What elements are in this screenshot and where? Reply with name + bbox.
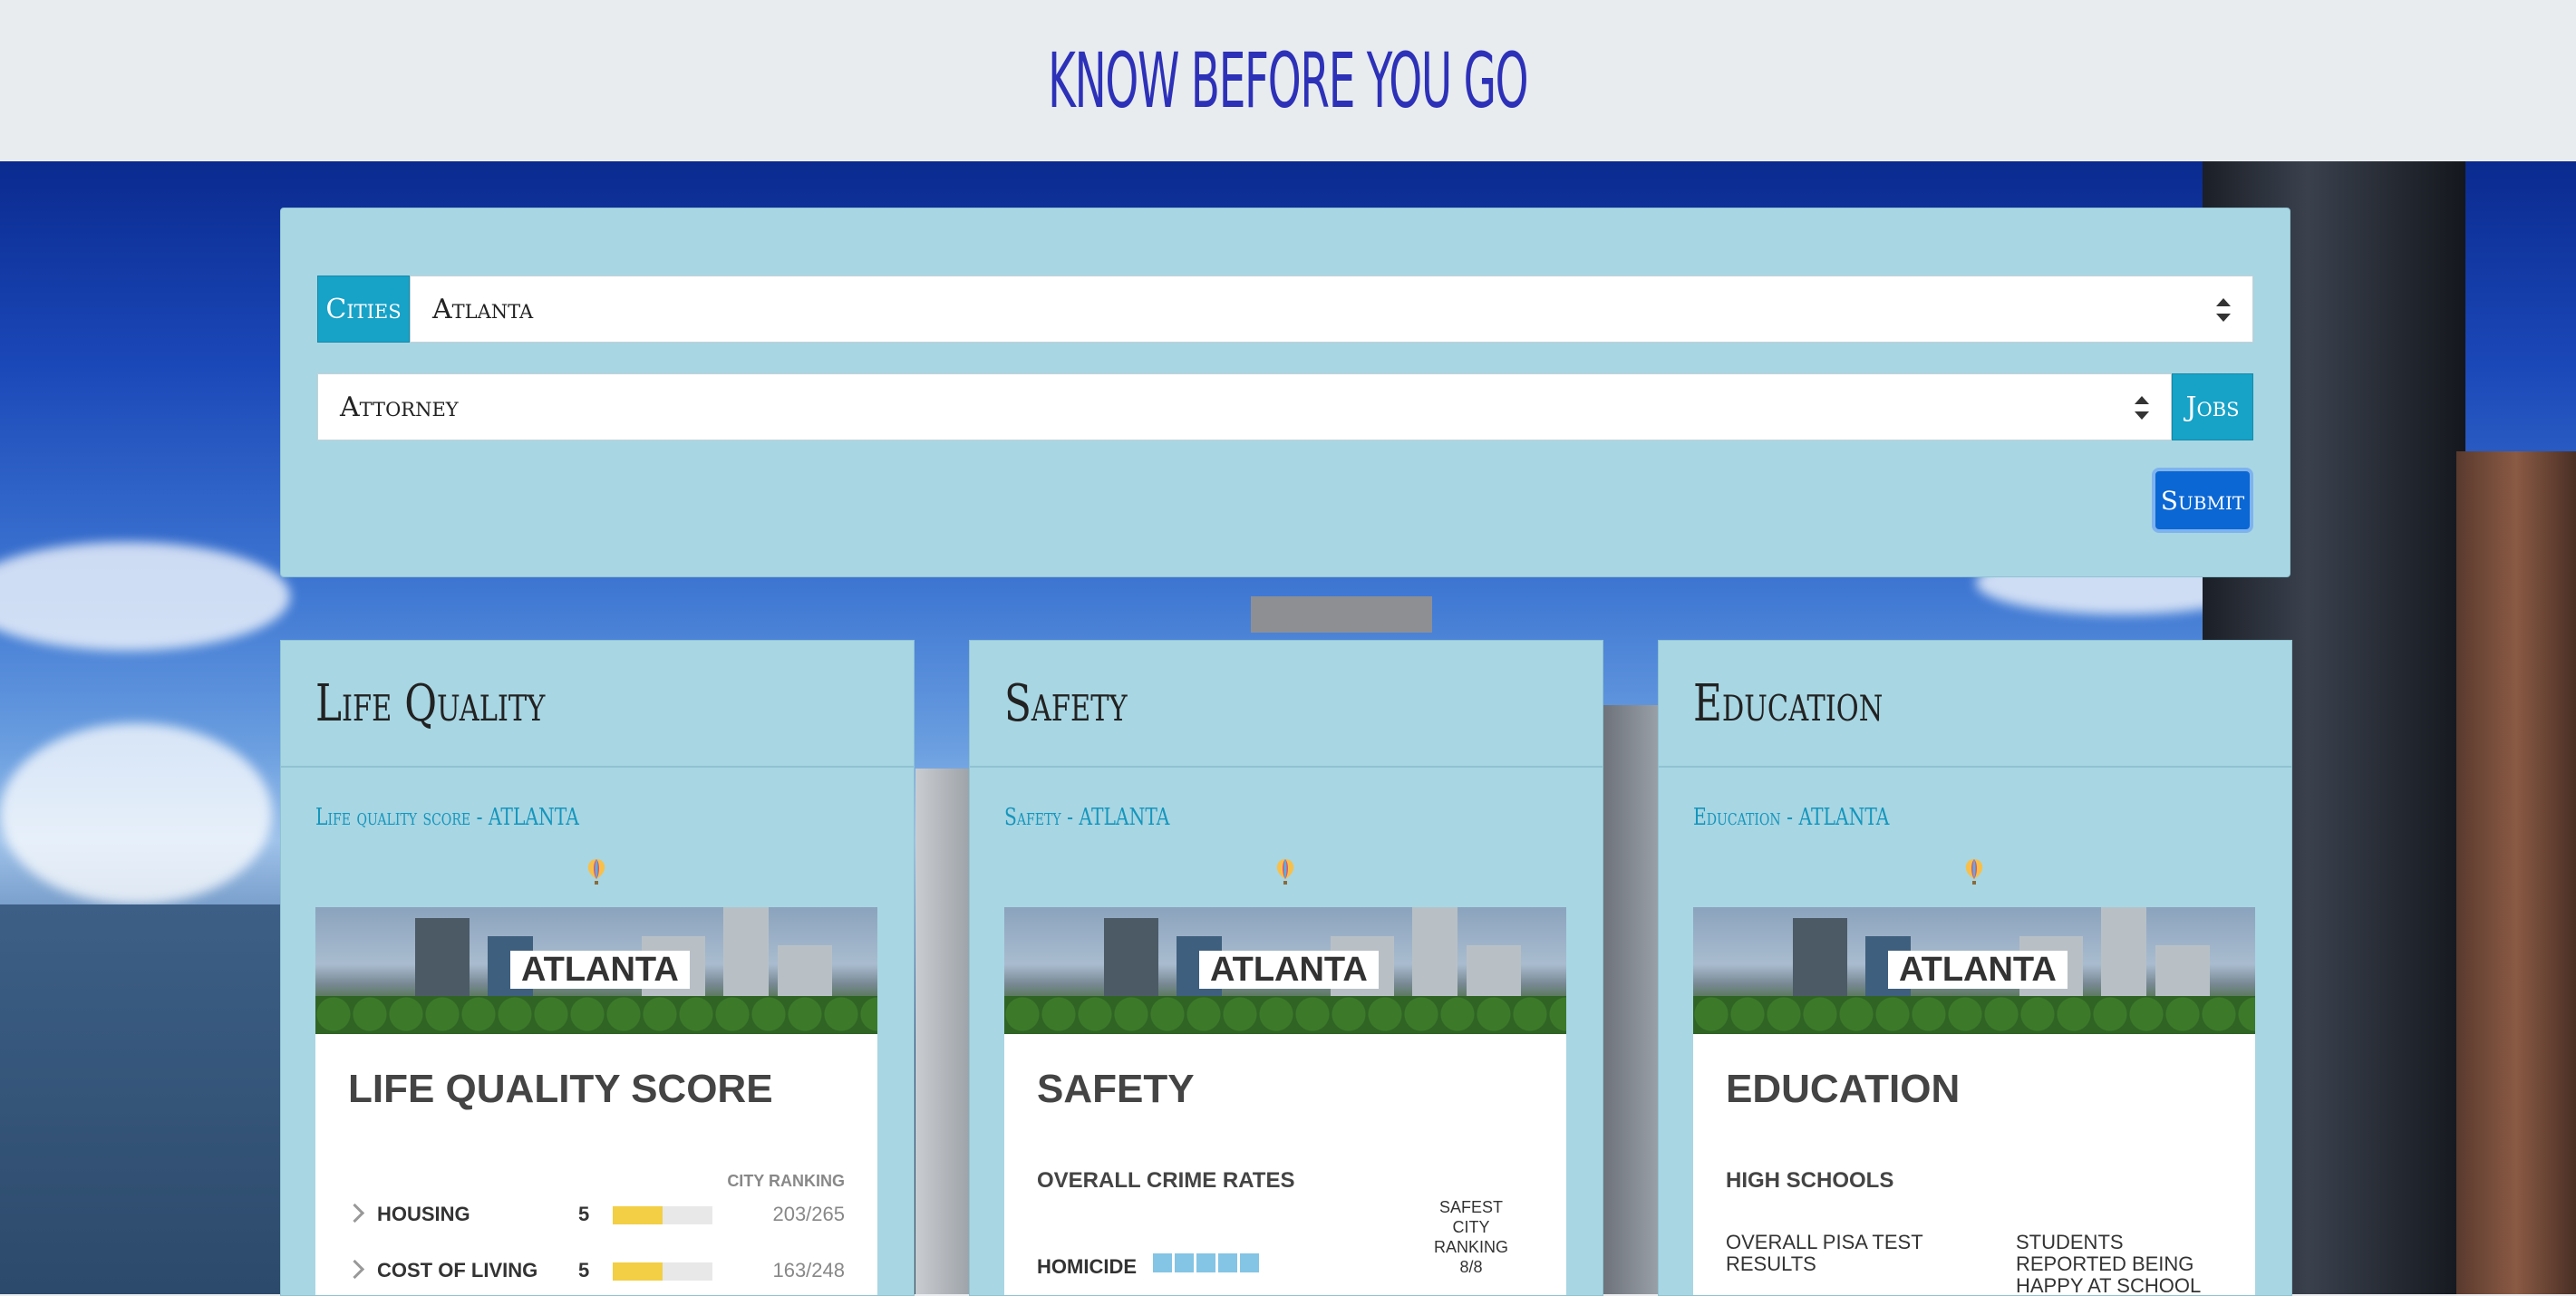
job-select[interactable]: Attorney — [317, 373, 2172, 440]
card-subtitle[interactable]: Safety - ATLANTA — [1004, 804, 1169, 831]
pisa-results-label: OVERALL PISA TEST RESULTS — [1726, 1231, 1923, 1275]
safest-label: SAFEST — [1438, 1198, 1503, 1216]
city-select[interactable]: Atlanta — [410, 276, 2253, 343]
score-bar-fill — [613, 1206, 663, 1224]
building — [1600, 705, 1659, 1294]
homicide-label: HOMICIDE — [1037, 1255, 1137, 1278]
city-banner-image: ATLANTA — [1693, 907, 2255, 1034]
section-heading: HIGH SCHOOLS — [1726, 1168, 1894, 1193]
level-square — [1175, 1253, 1194, 1272]
balloon-icon — [1965, 859, 1983, 885]
search-panel: Cities Atlanta Attorney Jobs Submit — [280, 208, 2290, 577]
cities-addon: Cities — [317, 276, 410, 343]
card-title: Life Quality — [315, 673, 546, 733]
job-select-value: Attorney — [340, 391, 459, 423]
card-body: SAFETY OVERALL CRIME RATES SAFEST CITY R… — [1004, 1034, 1566, 1295]
city-banner-image: ATLANTA — [315, 907, 877, 1034]
life-quality-card: Life Quality Life quality score - ATLANT… — [280, 640, 915, 1296]
stat-row-housing[interactable]: HOUSING 5 203/265 — [344, 1203, 845, 1230]
card-body: LIFE QUALITY SCORE CITY RANKING HOUSING … — [315, 1034, 877, 1295]
card-header: Education — [1659, 641, 2291, 768]
level-square — [1153, 1253, 1172, 1272]
site-header: KNOW BEFORE YOU GO — [0, 0, 2576, 161]
site-title: KNOW BEFORE YOU GO — [1048, 36, 1528, 125]
level-square — [1218, 1253, 1237, 1272]
stat-score: 5 — [578, 1203, 590, 1225]
job-select-row: Attorney Jobs — [317, 373, 2253, 440]
safest-city-ranking: SAFEST CITY RANKING 8/8 — [1421, 1197, 1521, 1277]
card-body: EDUCATION HIGH SCHOOLS OVERALL PISA TEST… — [1693, 1034, 2255, 1296]
section-heading: OVERALL CRIME RATES — [1037, 1168, 1295, 1193]
safest-value: 8/8 — [1459, 1258, 1483, 1276]
card-subtitle[interactable]: Life quality score - ATLANTA — [315, 804, 579, 831]
select-caret-icon — [2216, 298, 2231, 322]
building — [915, 769, 970, 1294]
submit-button[interactable]: Submit — [2152, 468, 2253, 533]
city-label: ATLANTA — [510, 951, 690, 989]
balloon-icon — [587, 859, 605, 885]
body-title: LIFE QUALITY SCORE — [348, 1067, 773, 1111]
body-title: EDUCATION — [1726, 1067, 1961, 1111]
stat-rank: 203/265 — [772, 1203, 845, 1225]
stat-rank: 163/248 — [772, 1259, 845, 1281]
safest-label: RANKING — [1433, 1238, 1508, 1256]
tower — [2456, 451, 2576, 1294]
body-title: SAFETY — [1037, 1067, 1195, 1111]
card-header: Safety — [970, 641, 1603, 768]
city-banner-image: ATLANTA — [1004, 907, 1566, 1034]
score-bar — [613, 1262, 712, 1281]
balloon-icon — [1276, 859, 1294, 885]
stat-row-cost-of-living[interactable]: COST OF LIVING 5 163/248 — [344, 1259, 845, 1286]
score-bar-fill — [613, 1262, 663, 1281]
safest-label: CITY — [1452, 1218, 1490, 1236]
city-label: ATLANTA — [1888, 951, 2068, 989]
stat-label: HOUSING — [377, 1203, 470, 1225]
safety-card: Safety Safety - ATLANTA ATLANTA SAFETY O… — [969, 640, 1603, 1296]
city-select-value: Atlanta — [432, 293, 534, 325]
card-title: Education — [1693, 673, 1884, 733]
score-bar — [613, 1206, 712, 1224]
homicide-level — [1153, 1253, 1259, 1272]
card-subtitle[interactable]: Education - ATLANTA — [1693, 804, 1889, 831]
jobs-addon: Jobs — [2172, 373, 2253, 440]
stat-score: 5 — [578, 1259, 590, 1281]
stat-label: COST OF LIVING — [377, 1259, 538, 1281]
card-header: Life Quality — [281, 641, 914, 768]
cloud — [0, 723, 272, 904]
students-happy-label: STUDENTS REPORTED BEING HAPPY AT SCHOOL — [2016, 1231, 2202, 1296]
sea — [0, 904, 290, 1294]
building — [1251, 596, 1432, 633]
city-ranking-header: CITY RANKING — [727, 1172, 845, 1190]
cloud — [0, 542, 290, 651]
level-square — [1196, 1253, 1215, 1272]
select-caret-icon — [2135, 396, 2149, 420]
education-card: Education Education - ATLANTA ATLANTA ED… — [1658, 640, 2292, 1296]
chevron-right-icon — [344, 1259, 365, 1280]
card-title: Safety — [1004, 673, 1128, 733]
chevron-right-icon — [344, 1203, 365, 1223]
city-label: ATLANTA — [1199, 951, 1379, 989]
level-square — [1240, 1253, 1259, 1272]
city-select-row: Cities Atlanta — [317, 276, 2253, 343]
